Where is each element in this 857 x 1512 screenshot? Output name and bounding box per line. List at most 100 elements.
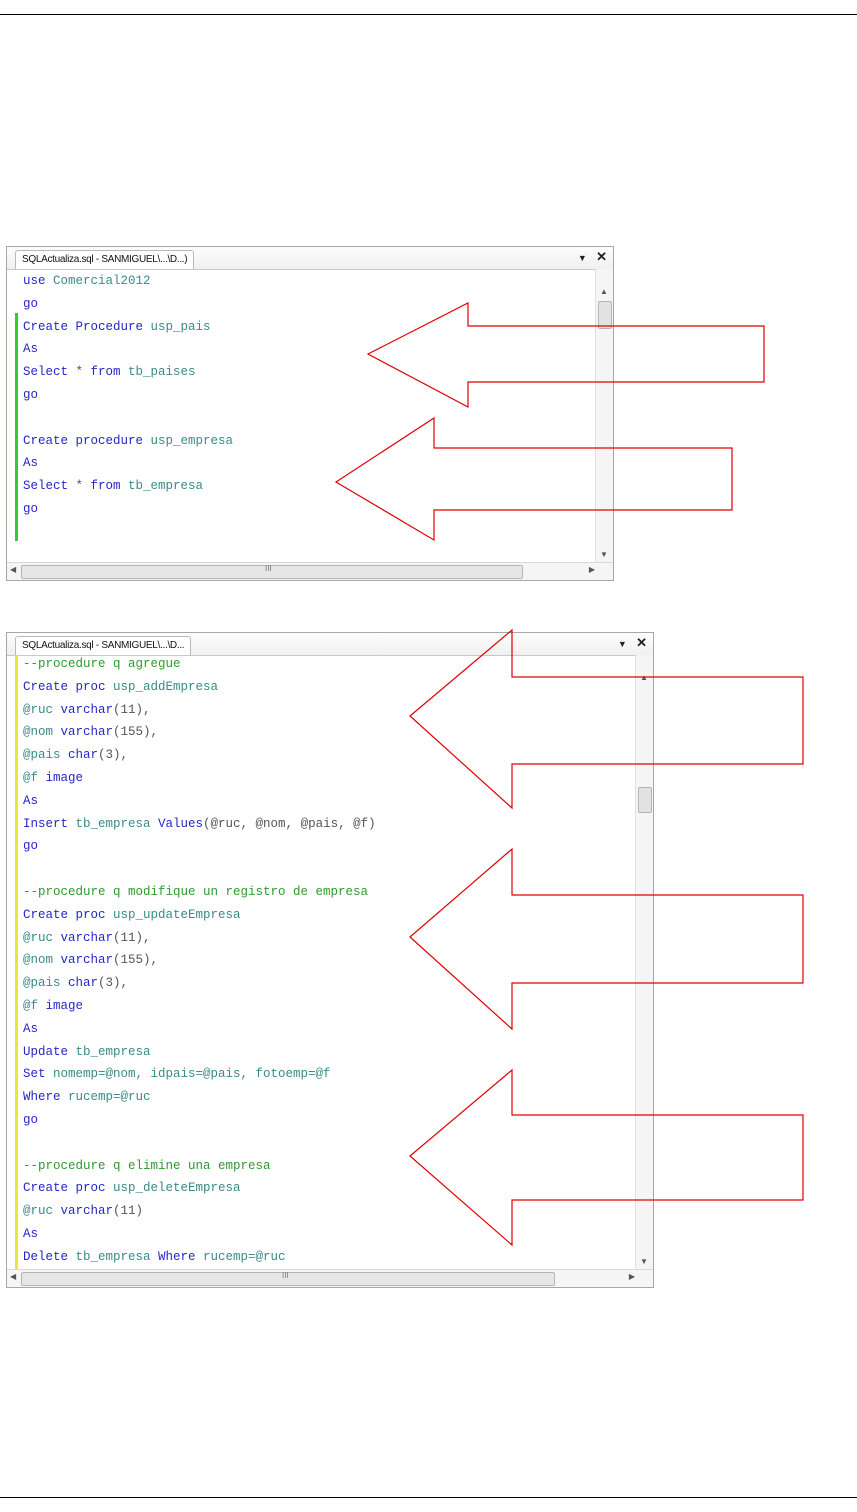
code-token: @pais <box>23 976 69 991</box>
pin-down-icon[interactable]: ▼ <box>578 253 587 263</box>
code-line: As <box>23 452 589 475</box>
scroll-right-arrow-icon[interactable]: ▶ <box>589 565 595 574</box>
code-line: go <box>23 384 589 407</box>
code-token: Select <box>23 365 76 380</box>
code-line: @ruc varchar(11), <box>23 927 629 950</box>
code-token: Where <box>158 1249 204 1264</box>
code-token: varchar <box>60 1204 114 1219</box>
code-token: @f <box>23 998 46 1013</box>
code-token: go <box>23 296 39 311</box>
scroll-up-arrow-icon[interactable]: ▲ <box>640 673 648 682</box>
sql-editor-window-1[interactable]: SQLActualiza.sql - SANMIGUEL\...\D...) ▼… <box>6 246 614 581</box>
code-line: @nom varchar(155), <box>23 721 629 744</box>
vertical-scrollbar[interactable]: ▲ ▼ <box>595 269 613 563</box>
code-area[interactable]: use Comercial2012 go Create Procedure usp_… <box>23 270 589 521</box>
scroll-grip: III <box>282 1271 289 1280</box>
code-line: go <box>23 835 629 858</box>
code-line: As <box>23 338 589 361</box>
code-token: Create <box>23 679 76 694</box>
code-line: Create proc usp_deleteEmpresa <box>23 1177 629 1200</box>
vertical-scroll-thumb[interactable] <box>598 301 612 329</box>
page-bottom-rule <box>0 1497 857 1498</box>
code-token: @ruc <box>23 702 61 717</box>
code-line: --procedure q agregue <box>23 653 629 676</box>
code-token: (11), <box>113 702 151 717</box>
code-line: go <box>23 1109 629 1132</box>
page-top-rule <box>0 14 857 15</box>
vertical-scroll-thumb[interactable] <box>638 787 652 813</box>
tab-controls: ▼ ✕ <box>612 635 647 651</box>
code-token: char <box>68 748 99 763</box>
code-token: tb_paises <box>128 365 196 380</box>
code-token: As <box>23 793 39 808</box>
code-line: use Comercial2012 <box>23 270 589 293</box>
code-token: @pais <box>23 748 69 763</box>
change-tracking-margin <box>15 655 18 1271</box>
code-area[interactable]: --procedure q agregue Create proc usp_add… <box>23 653 629 1291</box>
code-line: Set nomemp=@nom, idpais=@pais, fotoemp=@… <box>23 1063 629 1086</box>
code-token: tb_empresa <box>75 816 159 831</box>
code-line: --procedure q modifique un registro de e… <box>23 881 629 904</box>
code-line: @nom varchar(155), <box>23 949 629 972</box>
code-line: @f image <box>23 767 629 790</box>
code-token: from <box>90 479 129 494</box>
tab-controls: ▼ ✕ <box>572 249 607 265</box>
code-token: nomemp=@nom, idpais=@pais, fotoemp=@f <box>53 1067 331 1082</box>
code-token: As <box>23 1226 39 1241</box>
scroll-right-arrow-icon[interactable]: ▶ <box>629 1272 635 1281</box>
code-token: (155), <box>113 953 159 968</box>
scroll-left-arrow-icon[interactable]: ◀ <box>10 565 16 574</box>
scroll-up-arrow-icon[interactable]: ▲ <box>600 287 608 296</box>
code-token: Where <box>23 1090 69 1105</box>
code-token: @ruc <box>23 1204 61 1219</box>
sql-editor-window-2[interactable]: SQLActualiza.sql - SANMIGUEL\...\D... ▼ … <box>6 632 654 1288</box>
code-line: Update tb_empresa <box>23 1041 629 1064</box>
document-tab[interactable]: SQLActualiza.sql - SANMIGUEL\...\D...) <box>15 250 195 269</box>
code-token: Values <box>158 816 204 831</box>
code-token: char <box>68 976 99 991</box>
code-token: varchar <box>60 953 114 968</box>
code-line: @ruc varchar(11), <box>23 699 629 722</box>
close-icon[interactable]: ✕ <box>636 635 647 651</box>
code-token: (3), <box>98 748 129 763</box>
code-token: varchar <box>60 702 114 717</box>
code-token: procedure <box>75 433 151 448</box>
scroll-down-arrow-icon[interactable]: ▼ <box>640 1257 648 1266</box>
scroll-left-arrow-icon[interactable]: ◀ <box>10 1272 16 1281</box>
code-line: Create Procedure usp_pais <box>23 316 589 339</box>
code-line: @f image <box>23 995 629 1018</box>
code-line: Select * from tb_empresa <box>23 475 589 498</box>
code-token: Create <box>23 319 76 334</box>
code-line: Select * from tb_paises <box>23 361 589 384</box>
code-token: As <box>23 456 39 471</box>
code-token: (11), <box>113 930 151 945</box>
code-token: Insert <box>23 816 76 831</box>
code-token: --procedure q agregue <box>23 657 181 671</box>
code-token: tb_empresa <box>128 479 204 494</box>
code-token: proc <box>75 1181 114 1196</box>
code-token: tb_empresa <box>75 1249 159 1264</box>
code-token: @nom <box>23 725 61 740</box>
horizontal-scrollbar[interactable]: ◀ III ▶ <box>7 562 613 580</box>
code-token: Update <box>23 1044 76 1059</box>
code-line: As <box>23 1223 629 1246</box>
code-token: Delete <box>23 1249 76 1264</box>
code-line: Create proc usp_addEmpresa <box>23 676 629 699</box>
code-line: --procedure q elimine una empresa <box>23 1155 629 1178</box>
close-icon[interactable]: ✕ <box>596 249 607 265</box>
code-token: (11) <box>113 1204 144 1219</box>
code-line: go <box>23 293 589 316</box>
horizontal-scrollbar[interactable]: ◀ III ▶ <box>7 1269 653 1287</box>
code-line: Create proc usp_updateEmpresa <box>23 904 629 927</box>
code-token: proc <box>75 907 114 922</box>
horizontal-scroll-thumb[interactable] <box>21 565 523 579</box>
code-token: Create <box>23 433 76 448</box>
code-token: @nom <box>23 953 61 968</box>
code-token: image <box>45 770 84 785</box>
vertical-scrollbar[interactable]: ▲ ▼ <box>635 655 653 1270</box>
code-token: proc <box>75 679 114 694</box>
code-token: usp_updateEmpresa <box>113 907 241 922</box>
pin-down-icon[interactable]: ▼ <box>618 639 627 649</box>
scroll-down-arrow-icon[interactable]: ▼ <box>600 550 608 559</box>
